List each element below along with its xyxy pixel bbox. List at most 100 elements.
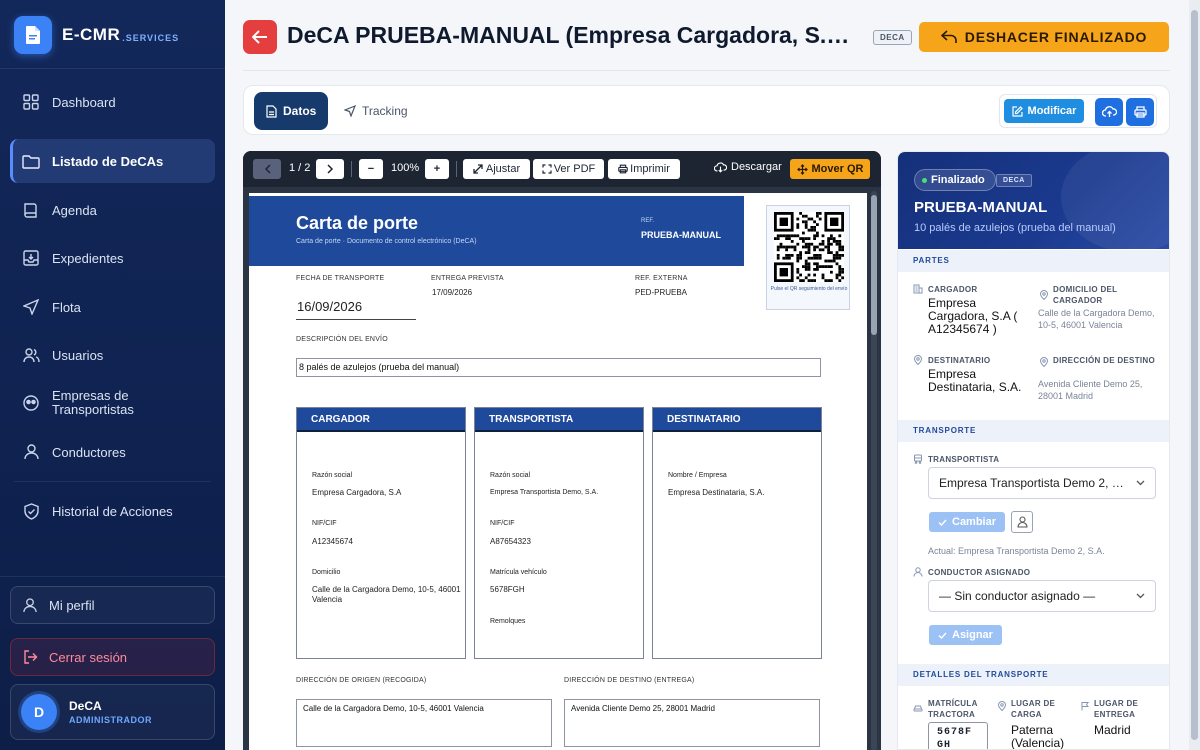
- pdf-page: Carta de porte Carta de porte · Document…: [249, 193, 867, 750]
- modify-button[interactable]: Modificar: [1004, 99, 1084, 123]
- navigation-icon: [344, 105, 356, 117]
- consignee-value: Empresa Destinataria, S.A.: [928, 367, 1022, 394]
- fit-label: Ajustar: [485, 163, 521, 175]
- nav-empresas-transportistas[interactable]: Empresas de Transportistas: [10, 381, 215, 425]
- car-icon: [913, 705, 923, 712]
- arrow-left-icon: [252, 30, 267, 44]
- nav-agenda[interactable]: Agenda: [10, 188, 215, 232]
- print-pdf-button[interactable]: Imprimir: [608, 159, 680, 179]
- page-scrollbar-thumb[interactable]: [1191, 10, 1198, 740]
- driver-select[interactable]: — Sin conductor asignado —: [928, 580, 1156, 612]
- folder-icon: [22, 152, 40, 170]
- user-icon: [913, 567, 923, 577]
- view-pdf-button[interactable]: Ver PDF: [533, 159, 604, 179]
- chevron-left-icon: [264, 164, 271, 174]
- select-user-button[interactable]: [1011, 511, 1033, 533]
- carrier-nif: A87654323: [490, 537, 531, 546]
- cloud-download-icon: [714, 161, 727, 173]
- underline: [296, 319, 416, 320]
- profile-button[interactable]: Mi perfil: [10, 586, 215, 624]
- nav-conductores[interactable]: Conductores: [10, 430, 215, 474]
- user-icon: [22, 443, 40, 461]
- pdf-toolbar: 1 / 2 − 100% + Ajustar Ver PDF Imprimir …: [243, 151, 881, 187]
- view-pdf-label: Ver PDF: [553, 163, 596, 175]
- external-ref: PED-PRUEBA: [635, 288, 688, 297]
- qr-code[interactable]: Pulse el QR seguimiento del envío: [766, 205, 850, 310]
- map-pin-icon: [997, 701, 1007, 711]
- nav-label: Conductores: [52, 444, 126, 460]
- driver-label: CONDUCTOR ASIGNADO: [928, 568, 1031, 577]
- divider: [0, 68, 225, 69]
- toolbar-separator: [351, 161, 352, 177]
- load-place-label: LUGAR DE CARGA: [1011, 699, 1056, 719]
- carrier-select-value: Empresa Transportista Demo 2, S.A.: [939, 476, 1129, 490]
- load-place: Paterna (Valencia): [1011, 723, 1065, 750]
- undo-label: DESHACER FINALIZADO: [964, 29, 1148, 45]
- destination-label: DIRECCIÓN DE DESTINO (ENTREGA): [564, 677, 695, 684]
- tab-label: Tracking: [362, 104, 408, 118]
- flag-icon: [1081, 702, 1089, 711]
- prev-page-button[interactable]: [253, 159, 281, 179]
- logout-button[interactable]: Cerrar sesión: [10, 638, 215, 676]
- destination-address: Avenida Cliente Demo 25, 28001 Madrid: [1038, 379, 1143, 401]
- origin-label: DIRECCIÓN DE ORIGEN (RECOGIDA): [296, 677, 427, 684]
- page-indicator: 1 / 2: [289, 162, 311, 174]
- carrier-label: TRANSPORTISTA: [928, 455, 1000, 464]
- upload-cloud-button[interactable]: [1095, 98, 1123, 126]
- nav-flota[interactable]: Flota: [10, 285, 215, 329]
- brand-suffix: .SERVICES: [122, 33, 180, 43]
- change-carrier-button[interactable]: Cambiar: [929, 512, 1006, 532]
- user-card[interactable]: D DeCA ADMINISTRADOR: [10, 684, 215, 740]
- consignee-label: DESTINATARIO: [928, 356, 991, 365]
- document-title: Carta de porte: [296, 213, 419, 233]
- nav-usuarios[interactable]: Usuarios: [10, 333, 215, 377]
- send-icon: [22, 298, 40, 316]
- user-icon: [1016, 516, 1028, 528]
- brand[interactable]: E-CMR .SERVICES: [14, 16, 179, 54]
- move-qr-button[interactable]: Mover QR: [790, 159, 870, 179]
- avatar: D: [21, 694, 57, 730]
- consignee-name-label: Nombre / Empresa: [668, 472, 727, 479]
- shield-icon: [22, 502, 40, 520]
- driver-select-value: — Sin conductor asignado —: [939, 589, 1096, 603]
- divider: [14, 481, 211, 482]
- carrier-name: Empresa Transportista Demo, S.A.: [490, 489, 599, 496]
- shipper-value: Empresa Cargadora, S.A ( A12345674 ): [928, 296, 1018, 336]
- section-transport: TRANSPORTE: [898, 420, 1169, 442]
- modify-label: Modificar: [1027, 105, 1077, 117]
- nav-listado-decas[interactable]: Listado de DeCAs: [10, 139, 215, 183]
- zoom-in-button[interactable]: +: [425, 159, 449, 179]
- nav-expedientes[interactable]: Expedientes: [10, 236, 215, 280]
- nav-dashboard[interactable]: Dashboard: [10, 80, 215, 124]
- print-button[interactable]: [1126, 98, 1154, 126]
- undo-finalized-button[interactable]: DESHACER FINALIZADO: [919, 22, 1169, 52]
- grid-icon: [22, 93, 40, 111]
- decor-circle: [1061, 152, 1169, 249]
- current-carrier: Actual: Empresa Transportista Demo 2, S.…: [928, 546, 1105, 556]
- zoom-out-button[interactable]: −: [359, 159, 383, 179]
- logout-icon: [23, 650, 39, 664]
- assign-driver-button[interactable]: Asignar: [929, 625, 1002, 645]
- check-icon: [938, 519, 947, 526]
- expected-delivery-label: ENTREGA PREVISTA: [431, 275, 504, 282]
- nav-label: Agenda: [52, 202, 97, 218]
- download-button[interactable]: Descargar: [714, 161, 782, 173]
- document-logo-icon: [14, 16, 52, 54]
- tab-datos[interactable]: Datos: [254, 92, 329, 130]
- tab-tracking[interactable]: Tracking: [332, 92, 420, 130]
- carrier-header: TRANSPORTISTA: [475, 408, 643, 432]
- pdf-scrollbar-thumb[interactable]: [871, 195, 877, 335]
- next-page-button[interactable]: [316, 159, 344, 179]
- profile-label: Mi perfil: [49, 597, 95, 613]
- delivery-place: Madrid: [1094, 723, 1131, 737]
- destination-field: Avenida Cliente Demo 25, 28001 Madrid: [564, 699, 820, 747]
- fit-button[interactable]: Ajustar: [463, 159, 530, 179]
- qr-caption: Pulse el QR seguimiento del envío: [770, 286, 848, 292]
- nav-historial-acciones[interactable]: Historial de Acciones: [10, 489, 215, 533]
- back-button[interactable]: [243, 20, 277, 54]
- download-label: Descargar: [731, 161, 782, 173]
- shipper-label: CARGADOR: [928, 285, 978, 294]
- move-qr-label: Mover QR: [811, 163, 864, 175]
- carrier-select[interactable]: Empresa Transportista Demo 2, S.A.: [928, 467, 1156, 499]
- user-name: DeCA: [69, 699, 102, 713]
